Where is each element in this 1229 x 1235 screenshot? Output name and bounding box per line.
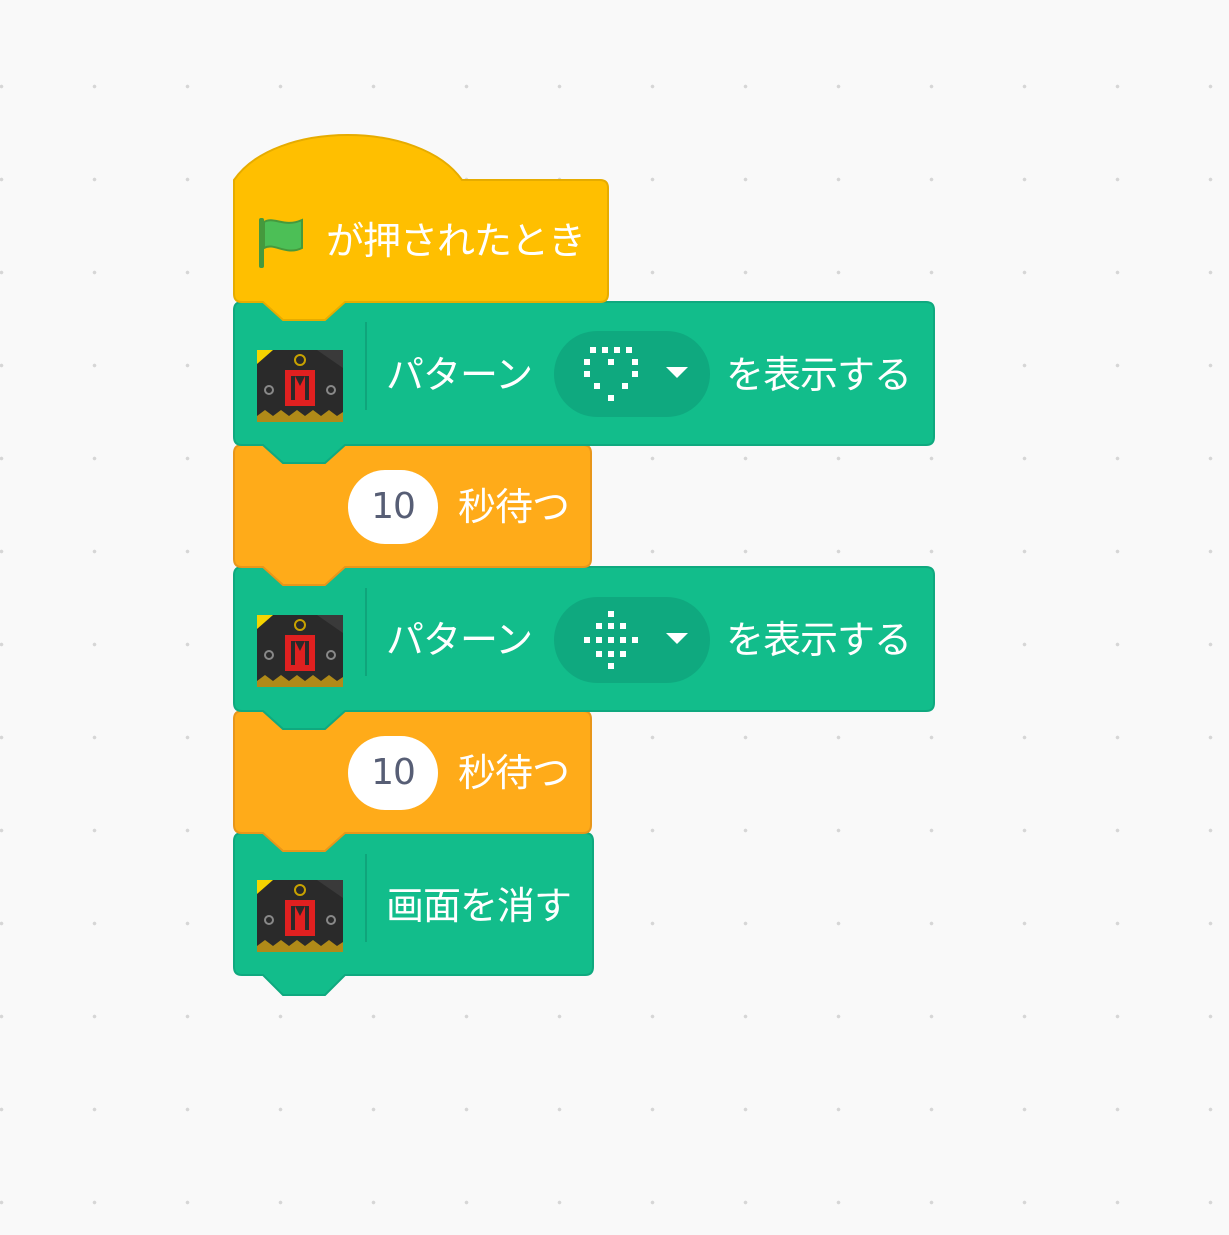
diamond-grid-pattern-icon [584,611,638,669]
clear-screen-label: 画面を消す [386,884,572,928]
heart-outline-pattern-icon [584,347,638,401]
extension-separator [365,854,367,942]
chevron-down-icon [666,633,688,644]
microbit-extension-icon [257,350,343,422]
show-pattern-1-label-after: を表示する [726,353,912,397]
pattern-dropdown-2[interactable] [554,597,710,683]
green-flag-icon [259,218,303,268]
chevron-down-icon [666,367,688,378]
wait-2-seconds-input[interactable]: 10 [348,736,438,810]
show-pattern-1-label-before: パターン [386,353,533,397]
pattern-dropdown-1[interactable] [554,331,710,417]
hat-block-label: が押されたとき [326,219,586,263]
microbit-extension-icon [257,880,343,952]
show-pattern-2-label-after: を表示する [726,618,912,662]
microbit-extension-icon [257,615,343,687]
show-pattern-2-label-before: パターン [386,618,533,662]
wait-1-seconds-input[interactable]: 10 [348,470,438,544]
wait-2-label: 秒待つ [458,751,570,795]
wait-1-label: 秒待つ [458,485,570,529]
extension-separator [365,322,367,410]
code-workspace[interactable]: が押されたとき パターン を表示する 10 秒待つ パターン を表示する 10 … [0,0,1229,1235]
extension-separator [365,588,367,676]
